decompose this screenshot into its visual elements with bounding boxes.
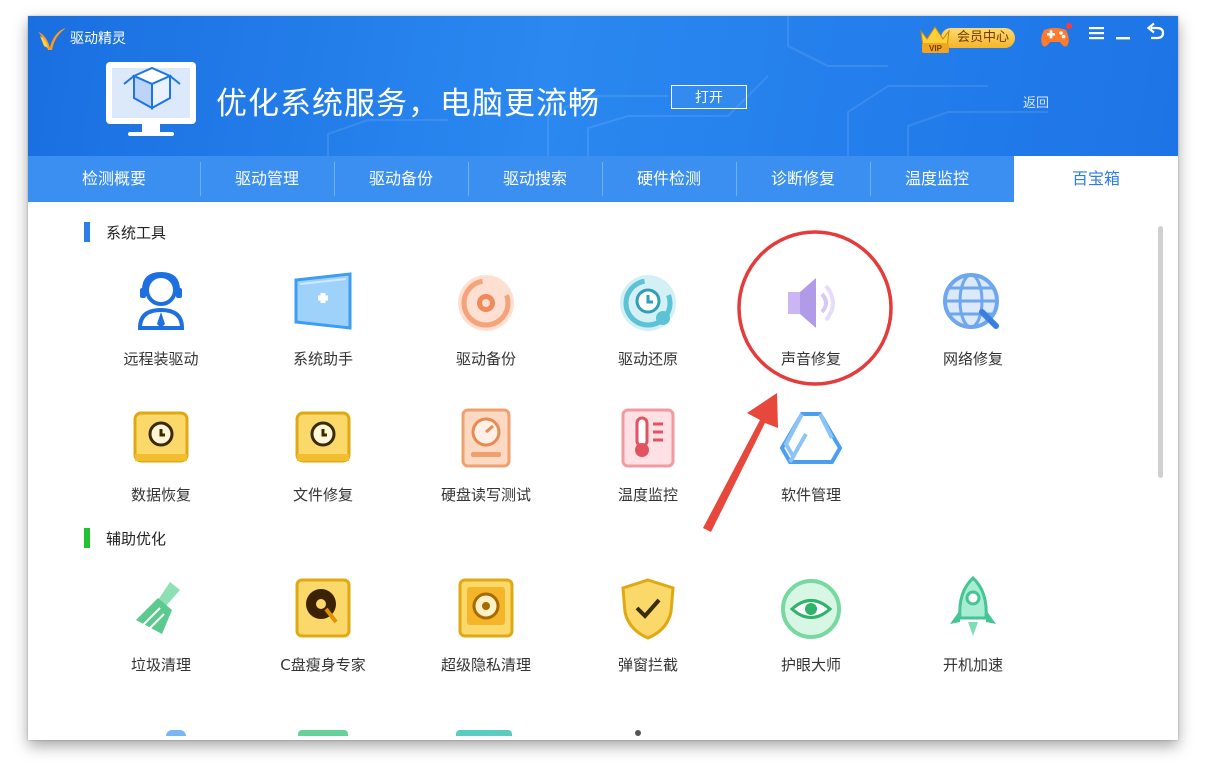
- tool-remote-driver-install[interactable]: 远程装驱动: [86, 268, 236, 369]
- partial-tool-icon: [298, 730, 348, 736]
- tab-driver-management[interactable]: 驱动管理: [200, 156, 334, 202]
- tool-eye-care[interactable]: 护眼大师: [736, 574, 886, 675]
- network-repair-icon: [943, 273, 999, 329]
- tab-overview[interactable]: 检测概要: [28, 156, 200, 202]
- tool-driver-restore[interactable]: 驱动还原: [573, 268, 723, 369]
- thermometer-icon: [621, 408, 675, 468]
- tool-junk-cleanup[interactable]: 垃圾清理: [86, 574, 236, 675]
- header-banner: 驱动精灵 优化系统服务，电脑更流畅 打开 返回 会员中心 VIP: [28, 16, 1178, 156]
- support-agent-icon: [137, 271, 185, 330]
- tool-boot-acceleration[interactable]: 开机加速: [898, 574, 1048, 675]
- tab-temperature-monitor[interactable]: 温度监控: [870, 156, 1004, 202]
- tool-label: 远程装驱动: [123, 350, 199, 368]
- tab-hardware-detection[interactable]: 硬件检测: [602, 156, 736, 202]
- tab-driver-backup[interactable]: 驱动备份: [334, 156, 468, 202]
- broom-icon: [136, 582, 180, 634]
- tool-label: 硬盘读写测试: [440, 486, 531, 504]
- tool-label: 超级隐私清理: [440, 656, 531, 674]
- vip-crown-icon: VIP: [920, 26, 950, 53]
- eye-care-icon: [781, 579, 841, 639]
- tool-file-repair[interactable]: 文件修复: [248, 404, 398, 505]
- section-marker: [84, 528, 90, 548]
- system-assistant-icon: [294, 272, 352, 330]
- driver-restore-icon: [620, 275, 676, 331]
- tool-label: C盘瘦身专家: [280, 656, 366, 674]
- vip-center-button[interactable]: 会员中心 VIP: [917, 21, 1027, 53]
- tool-label: 驱动备份: [455, 350, 516, 368]
- tool-c-drive-slimming[interactable]: C盘瘦身专家: [248, 574, 398, 675]
- speaker-icon: [788, 278, 835, 328]
- disk-test-icon: [461, 408, 511, 468]
- tab-driver-search[interactable]: 驱动搜索: [468, 156, 602, 202]
- section-title-auxiliary-optimization: 辅助优化: [106, 530, 167, 548]
- data-recovery-icon: [133, 411, 189, 463]
- tool-label: 数据恢复: [130, 486, 191, 504]
- tool-label: 系统助手: [292, 350, 353, 368]
- back-arrow-icon[interactable]: [1145, 22, 1167, 42]
- tool-network-repair[interactable]: 网络修复: [898, 268, 1048, 369]
- tool-privacy-cleanup[interactable]: 超级隐私清理: [411, 574, 561, 675]
- vip-badge-text: VIP: [929, 44, 943, 53]
- gamepad-icon[interactable]: [1038, 22, 1072, 50]
- main-tab-bar: 检测概要 驱动管理 驱动备份 驱动搜索 硬件检测 诊断修复 温度监控 百宝箱: [28, 156, 1178, 202]
- tool-label: 垃圾清理: [130, 656, 191, 674]
- tool-temperature-monitor[interactable]: 温度监控: [573, 404, 723, 505]
- tool-driver-backup[interactable]: 驱动备份: [411, 268, 561, 369]
- disk-slim-icon: [295, 578, 351, 638]
- shield-check-icon: [621, 578, 675, 640]
- section-marker: [84, 222, 90, 242]
- vertical-scrollbar[interactable]: [1158, 226, 1163, 478]
- tool-label: 文件修复: [292, 486, 353, 504]
- tool-label: 驱动还原: [617, 350, 678, 368]
- tool-label: 网络修复: [942, 350, 1003, 368]
- tool-data-recovery[interactable]: 数据恢复: [86, 404, 236, 505]
- software-manager-icon: [779, 412, 843, 464]
- tool-label: 软件管理: [780, 486, 841, 504]
- app-window: 驱动精灵 优化系统服务，电脑更流畅 打开 返回 会员中心 VIP 检测概要 驱动…: [28, 16, 1178, 740]
- tool-label: 护眼大师: [780, 656, 841, 674]
- tool-label: 声音修复: [780, 350, 841, 368]
- rocket-icon: [950, 575, 996, 636]
- menu-icon[interactable]: [1088, 24, 1106, 42]
- minimize-icon[interactable]: [1114, 24, 1132, 42]
- tab-diagnose-repair[interactable]: 诊断修复: [736, 156, 870, 202]
- partial-tool-icon: [635, 730, 641, 736]
- tool-sound-repair[interactable]: 声音修复: [736, 268, 886, 369]
- file-repair-icon: [295, 411, 351, 463]
- privacy-safe-icon: [458, 578, 514, 638]
- banner-headline: 优化系统服务，电脑更流畅: [216, 86, 600, 122]
- tab-toolbox[interactable]: 百宝箱: [1014, 156, 1178, 202]
- toolbox-content: 系统工具 辅助优化 远程装驱动 系统助手 驱动备份 驱动还原 声音修复 网络修复…: [28, 202, 1178, 740]
- tool-popup-blocker[interactable]: 弹窗拦截: [573, 574, 723, 675]
- app-logo-icon: [38, 28, 66, 50]
- tool-label: 温度监控: [617, 486, 678, 504]
- partial-tool-icon: [166, 730, 186, 736]
- app-name: 驱动精灵: [70, 31, 126, 47]
- open-button[interactable]: 打开: [671, 85, 747, 109]
- tool-label: 开机加速: [942, 656, 1003, 674]
- monitor-box-icon: [106, 62, 196, 136]
- tool-disk-test[interactable]: 硬盘读写测试: [411, 404, 561, 505]
- back-link[interactable]: 返回: [1023, 92, 1049, 111]
- tool-software-manager[interactable]: 软件管理: [736, 404, 886, 505]
- tool-system-assistant[interactable]: 系统助手: [248, 268, 398, 369]
- partial-tool-icon: [456, 730, 512, 736]
- driver-backup-icon: [458, 275, 514, 331]
- section-title-system-tools: 系统工具: [106, 224, 167, 242]
- tool-label: 弹窗拦截: [617, 656, 678, 674]
